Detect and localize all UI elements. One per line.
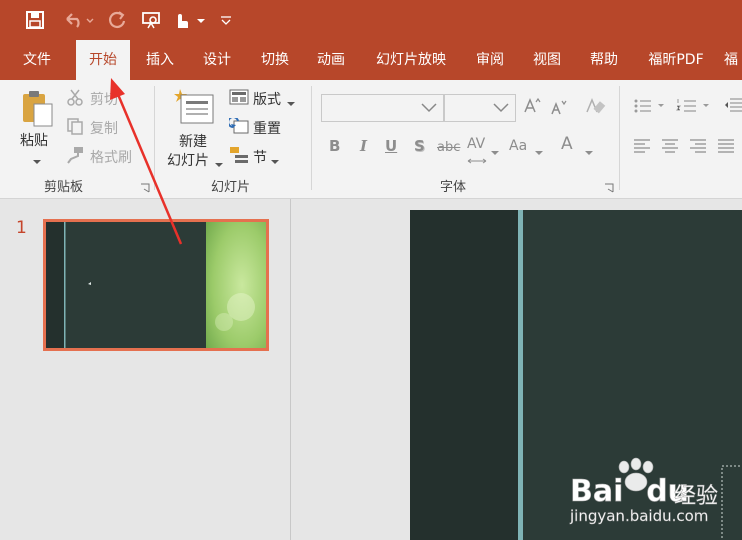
watermark-brand: Bai··du [570, 474, 690, 510]
watermark-url: jingyan.baidu.com [570, 507, 709, 525]
baidu-watermark: Bai··du 经验 jingyan.baidu.com [568, 456, 738, 526]
watermark-cn: 经验 [674, 484, 719, 510]
